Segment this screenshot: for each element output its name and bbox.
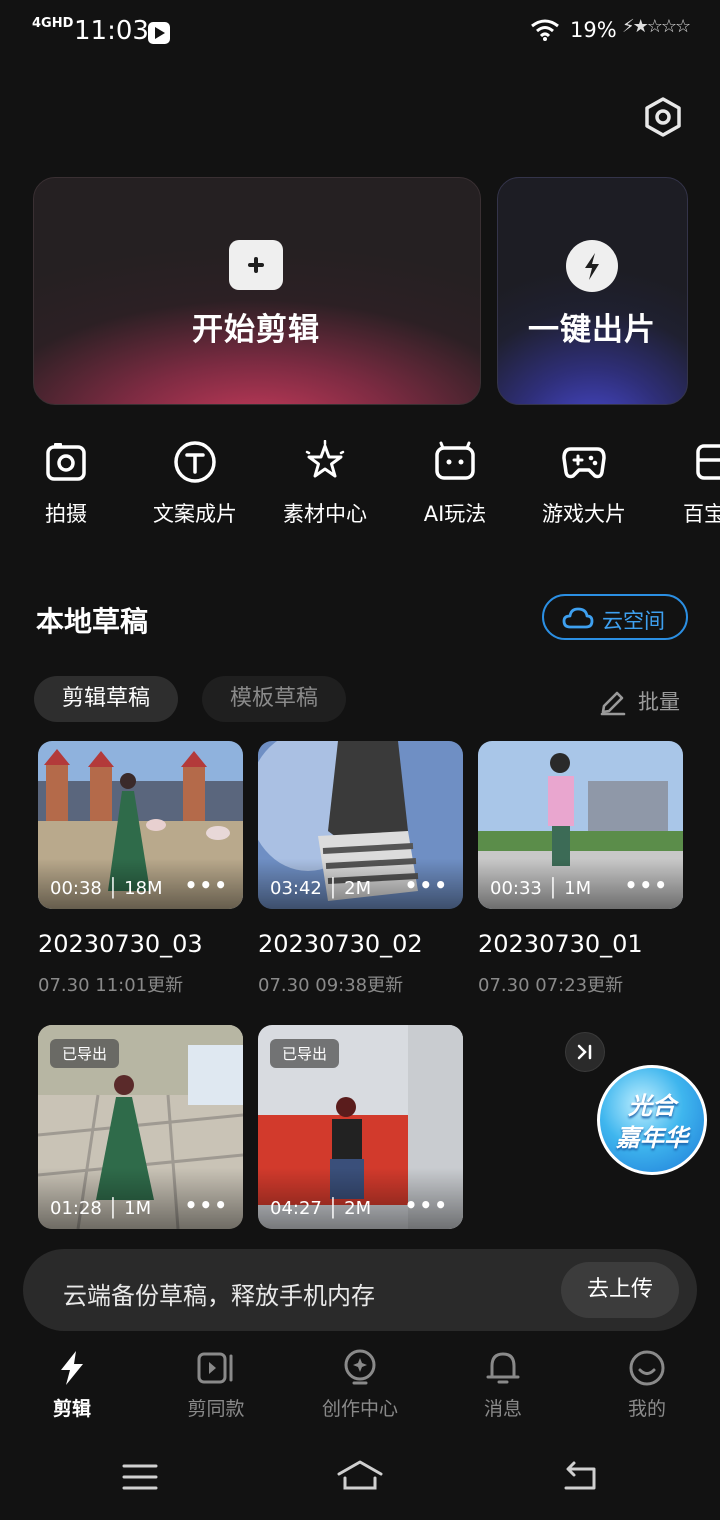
draft-duration-size: 03:42 │ 2M (270, 878, 372, 899)
draft-thumbnail[interactable]: 已导出 04:27 │ 2M ••• (258, 1025, 463, 1229)
sparkle-star-icon (305, 440, 345, 478)
tool-label: 百宝 (683, 502, 720, 526)
promo-line1: 光合 (628, 1092, 676, 1120)
tool-label: 素材中心 (283, 502, 367, 526)
backup-message: 云端备份草稿，释放手机内存 (63, 1282, 375, 1310)
collapse-float-button[interactable] (565, 1032, 605, 1072)
nav-same-template[interactable]: 剪同款 (156, 1348, 276, 1421)
tool-label: 游戏大片 (542, 502, 626, 526)
cloud-space-button[interactable]: 云空间 (542, 594, 688, 640)
local-drafts-title: 本地草稿 (36, 605, 149, 638)
draft-duration-size: 00:33 │ 1M (490, 878, 592, 899)
template-video-icon (197, 1352, 233, 1384)
draft-name: 20230730_03 (38, 930, 203, 958)
charging-indicator: ⚡★☆☆☆ (622, 16, 691, 37)
bolt-icon (61, 1351, 83, 1385)
bulb-icon (344, 1349, 376, 1385)
wifi-icon (531, 19, 559, 41)
tool-toolbox[interactable]: 百宝 (660, 440, 720, 528)
status-bar: 4GHD 11:03 19% ⚡★☆☆☆ (0, 0, 720, 66)
edit-pencil-icon (600, 691, 626, 716)
tool-label: AI玩法 (423, 502, 487, 526)
status-time: 11:03 (74, 16, 149, 46)
more-options-icon[interactable]: ••• (185, 1193, 229, 1217)
cloud-space-label: 云空间 (602, 609, 665, 633)
more-options-icon[interactable]: ••• (405, 1193, 449, 1217)
tool-label: 拍摄 (45, 502, 87, 526)
draft-updated-time: 07.30 07:23更新 (478, 975, 624, 996)
promo-line2: 嘉年华 (616, 1124, 688, 1152)
draft-name: 20230730_02 (258, 930, 423, 958)
exported-badge: 已导出 (50, 1039, 120, 1068)
tab-edit-drafts[interactable]: 剪辑草稿 (34, 676, 178, 722)
nav-label: 我的 (627, 1398, 666, 1420)
draft-duration-size: 04:27 │ 2M (270, 1198, 372, 1219)
battery-level: 19% (570, 18, 617, 42)
nav-profile[interactable]: 我的 (587, 1348, 707, 1421)
camera-icon (46, 443, 86, 481)
more-options-icon[interactable]: ••• (185, 873, 229, 897)
toolbox-icon (696, 444, 720, 480)
cloud-icon (562, 607, 594, 629)
bell-icon (486, 1352, 520, 1384)
more-options-icon[interactable]: ••• (625, 873, 669, 897)
tool-shoot[interactable]: 拍摄 (11, 440, 121, 528)
tool-text-to-video[interactable]: 文案成片 (140, 440, 250, 528)
lightning-icon (566, 240, 618, 292)
one-click-label: 一键出片 (528, 312, 656, 348)
tool-material-center[interactable]: 素材中心 (270, 440, 380, 528)
draft-name: 20230730_01 (478, 930, 643, 958)
nav-label: 剪辑 (52, 1398, 91, 1420)
carnival-promo-badge[interactable]: 光合 嘉年华 (597, 1065, 707, 1175)
tool-ai-play[interactable]: AI玩法 (400, 440, 510, 528)
nav-label: 剪同款 (187, 1398, 245, 1420)
nav-edit[interactable]: 剪辑 (12, 1348, 132, 1421)
nav-creation-center[interactable]: 创作中心 (300, 1348, 420, 1421)
ai-robot-icon (435, 441, 475, 480)
draft-thumbnail[interactable]: 已导出 01:28 │ 1M ••• (38, 1025, 243, 1229)
gamepad-icon (562, 447, 606, 479)
settings-gear-icon[interactable] (642, 96, 684, 138)
batch-label: 批量 (638, 690, 680, 714)
plus-icon (229, 240, 283, 290)
nav-label: 创作中心 (321, 1398, 398, 1420)
draft-thumbnail[interactable]: 03:42 │ 2M ••• (258, 741, 463, 909)
draft-thumbnail[interactable]: 00:38 │ 18M ••• (38, 741, 243, 909)
tab-template-drafts[interactable]: 模板草稿 (202, 676, 346, 722)
cloud-backup-banner: 云端备份草稿，释放手机内存 去上传 (23, 1249, 697, 1331)
back-icon[interactable] (560, 1456, 600, 1496)
more-options-icon[interactable]: ••• (405, 873, 449, 897)
upload-button[interactable]: 去上传 (561, 1262, 679, 1318)
draft-updated-time: 07.30 09:38更新 (258, 975, 404, 996)
network-indicator: 4GHD (32, 16, 74, 31)
draft-updated-time: 07.30 11:01更新 (38, 975, 184, 996)
text-t-icon (174, 441, 216, 483)
menu-icon[interactable] (122, 1456, 158, 1496)
start-edit-card[interactable] (33, 177, 481, 405)
media-playing-icon (148, 22, 170, 44)
tool-game-video[interactable]: 游戏大片 (529, 440, 639, 528)
skip-right-icon (577, 1044, 592, 1060)
exported-badge: 已导出 (270, 1039, 340, 1068)
draft-duration-size: 00:38 │ 18M (50, 878, 163, 899)
home-icon[interactable] (336, 1456, 384, 1496)
draft-duration-size: 01:28 │ 1M (50, 1198, 152, 1219)
nav-label: 消息 (483, 1398, 522, 1420)
draft-thumbnail[interactable]: 00:33 │ 1M ••• (478, 741, 683, 909)
tool-label: 文案成片 (153, 502, 237, 526)
nav-messages[interactable]: 消息 (443, 1348, 563, 1421)
start-edit-label: 开始剪辑 (192, 312, 320, 348)
smiley-icon (629, 1350, 665, 1386)
